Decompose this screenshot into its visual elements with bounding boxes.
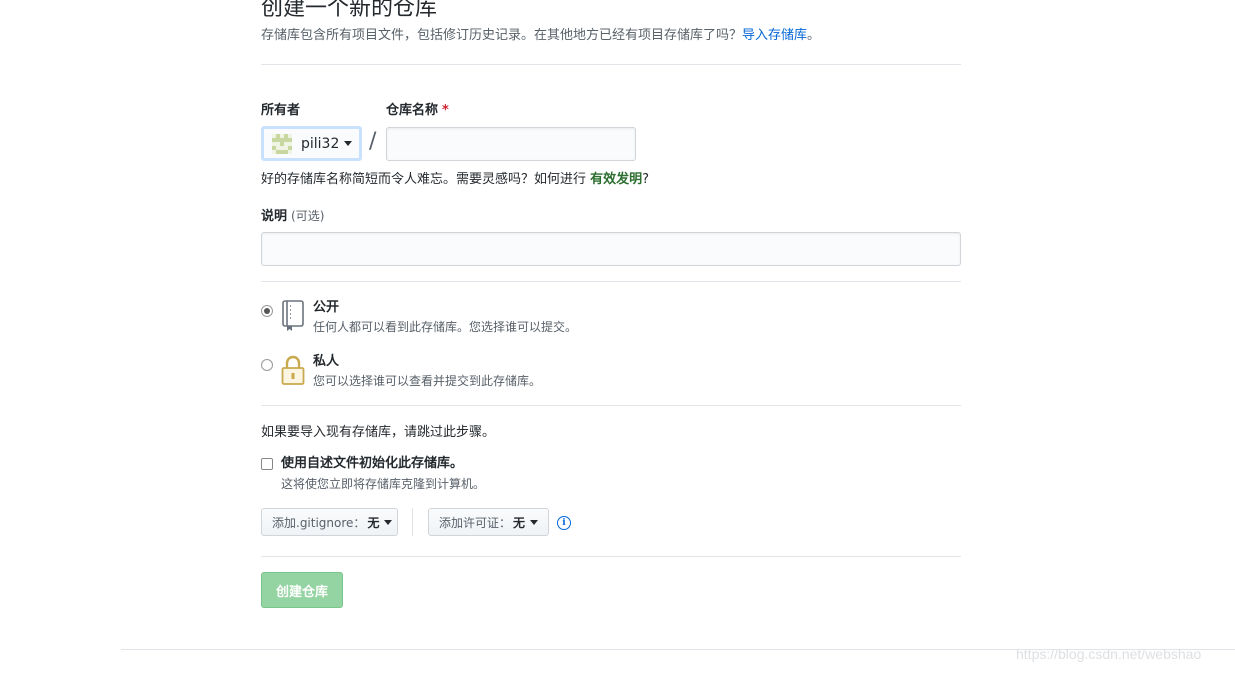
import-repository-link[interactable]: 导入存储库 — [742, 28, 807, 43]
avatar — [272, 133, 292, 154]
chevron-down-icon — [530, 519, 539, 525]
description-label: 说明 (可选) — [261, 207, 324, 226]
import-skip-note: 如果要导入现有存储库，请跳过此步骤。 — [261, 425, 496, 440]
name-hint: 好的存储库名称简短而令人难忘。需要灵感吗？如何进行 有效发明? — [261, 171, 649, 189]
chevron-down-icon — [344, 141, 353, 146]
select-separator — [412, 508, 413, 536]
private-option-desc: 您可以选择谁可以查看并提交到此存储库。 — [313, 374, 542, 388]
visibility-divider — [261, 405, 961, 406]
description-input[interactable] — [261, 232, 961, 266]
owner-dropdown[interactable]: pili32 — [261, 126, 362, 161]
page-subtitle: 存储库包含所有项目文件，包括修订历史记录。在其他地方已经有项目存储库了吗？导入存… — [261, 27, 820, 45]
name-suggestion[interactable]: 有效发明 — [590, 172, 642, 187]
name-hint-suffix: ? — [642, 172, 650, 187]
gitignore-value: 无 — [367, 515, 380, 530]
private-radio[interactable] — [261, 359, 273, 371]
create-repository-button[interactable]: 创建仓库 — [261, 572, 343, 608]
header-divider — [261, 64, 961, 65]
license-label: 添加许可证： — [439, 515, 512, 530]
lock-icon — [281, 355, 305, 385]
repo-name-input[interactable] — [386, 127, 636, 161]
description-label-text: 说明 — [261, 209, 288, 224]
public-option-title: 公开 — [313, 300, 340, 315]
page-title: 创建一个新的仓库 — [261, 0, 438, 21]
required-mark: * — [442, 103, 449, 118]
subtitle-text: 存储库包含所有项目文件，包括修订历史记录。在其他地方已经有项目存储库了吗？ — [261, 28, 743, 43]
repo-name-label-text: 仓库名称 — [386, 103, 439, 118]
name-hint-text: 好的存储库名称简短而令人难忘。需要灵感吗？如何进行 — [261, 172, 587, 187]
readme-option-title: 使用自述文件初始化此存储库。 — [281, 456, 464, 471]
description-divider — [261, 281, 961, 282]
owner-name: pili32 — [301, 135, 340, 152]
readme-checkbox[interactable] — [261, 458, 273, 470]
repo-book-icon — [282, 300, 304, 331]
optional-hint: (可选) — [291, 209, 325, 223]
license-select[interactable]: 添加许可证：无 — [428, 508, 549, 536]
gitignore-label: 添加.gitignore： — [272, 515, 366, 530]
public-radio[interactable] — [261, 305, 273, 317]
owner-repo-separator: / — [369, 129, 377, 154]
watermark: https://blog.csdn.net/webshao — [1016, 646, 1202, 662]
info-icon[interactable]: i — [557, 516, 571, 530]
readme-option-desc: 这将使您立即将存储库克隆到计算机。 — [281, 477, 486, 491]
repo-name-label: 仓库名称 * — [386, 102, 449, 120]
private-option-title: 私人 — [313, 354, 340, 369]
license-value: 无 — [513, 515, 526, 530]
options-divider — [261, 556, 961, 557]
subtitle-suffix: 。 — [807, 28, 821, 43]
owner-label: 所有者 — [261, 103, 301, 118]
gitignore-select[interactable]: 添加.gitignore：无 — [261, 508, 398, 536]
public-option-desc: 任何人都可以看到此存储库。您选择谁可以提交。 — [313, 320, 578, 334]
chevron-down-icon — [384, 519, 393, 525]
